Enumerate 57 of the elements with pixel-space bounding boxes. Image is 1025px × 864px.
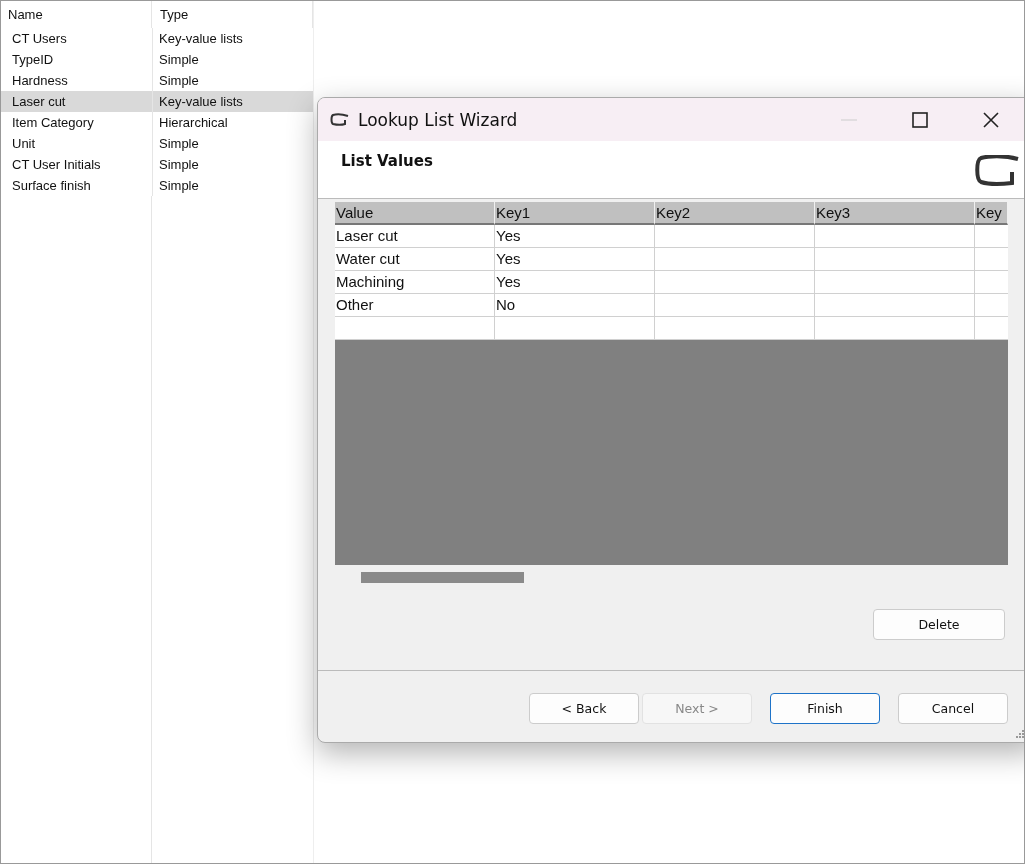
maximize-icon[interactable] [910,109,930,130]
window-title: Lookup List Wizard [358,109,518,130]
column-header[interactable]: Name [1,1,152,28]
grid-cell[interactable]: Yes [495,248,655,271]
list-row[interactable]: CT Users Key-value lists [1,28,313,49]
page-heading: List Values [341,152,433,170]
name-cell-text: Unit [11,135,37,153]
grid-cell[interactable]: Yes [495,271,655,294]
grid-cell[interactable]: Other [335,294,495,317]
grid-cell[interactable] [815,294,975,317]
logo-icon [974,155,1020,187]
resize-grip-icon[interactable] [1014,730,1024,740]
column-header[interactable]: Key3 [815,202,975,225]
list-row[interactable]: TypeID Simple [1,49,313,70]
list-row[interactable]: CT User Initials Simple [1,154,313,175]
type-cell: Simple [152,133,313,154]
column-header[interactable]: Key [975,202,1008,225]
grid-cell[interactable]: No [495,294,655,317]
grid-cell[interactable] [655,225,815,248]
type-cell: Simple [152,154,313,175]
type-cell: Hierarchical [152,112,313,133]
type-cell: Key-value lists [152,28,313,49]
column-header[interactable]: Value [335,202,495,225]
name-cell-text: Laser cut [11,93,67,111]
grid-cell[interactable] [815,225,975,248]
type-cell: Key-value lists [152,91,313,112]
list-row[interactable]: Surface finish Simple [1,175,313,196]
delete-button[interactable]: Delete [873,609,1005,640]
type-cell: Simple [152,175,313,196]
name-cell-text: Surface finish [11,177,92,195]
wizard-button[interactable]: < Back [529,693,639,724]
grid-cell[interactable] [655,294,815,317]
name-cell-text: Item Category [11,114,95,132]
grid-cell[interactable] [655,248,815,271]
close-icon[interactable] [981,109,1001,130]
type-cell: Simple [152,49,313,70]
name-cell-text: CT User Initials [11,156,102,174]
name-cell-text: TypeID [11,51,55,69]
column-header[interactable]: Key1 [495,202,655,225]
list-row[interactable]: Item Category Hierarchical [1,112,313,133]
wizard-button[interactable]: Cancel [898,693,1008,724]
column-header[interactable]: Type [152,1,313,28]
list-row[interactable]: Unit Simple [1,133,313,154]
scrollbar-thumb[interactable] [361,571,524,583]
name-cell-text: CT Users [11,30,68,48]
column-header[interactable]: Key2 [655,202,815,225]
grid-cell[interactable]: Water cut [335,248,495,271]
list-row[interactable]: Laser cut Key-value lists [1,91,313,112]
grid-cell[interactable] [815,271,975,294]
grid-cell[interactable] [815,248,975,271]
grid-cell[interactable]: Machining [335,271,495,294]
grid-cell[interactable] [655,271,815,294]
grid-cell[interactable]: Laser cut [335,225,495,248]
app-logo-icon [330,112,350,127]
name-cell-text: Hardness [11,72,69,90]
wizard-button[interactable]: Finish [770,693,880,724]
grid-cell[interactable]: Yes [495,225,655,248]
